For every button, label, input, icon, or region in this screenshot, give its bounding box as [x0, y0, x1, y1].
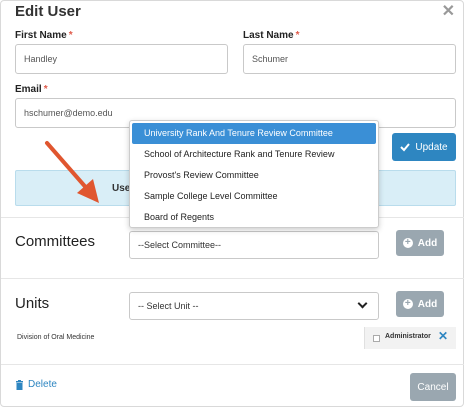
edit-user-dialog: Edit User ✕ First Name * Handley Last Nam…: [0, 0, 464, 407]
last-name-label: Last Name *: [243, 30, 299, 41]
add-unit-label: Add: [417, 298, 438, 310]
dropdown-option[interactable]: School of Architecture Rank and Tenure R…: [130, 144, 378, 165]
first-name-label-text: First Name: [15, 30, 67, 41]
unit-row-name: Division of Oral Medicine: [17, 334, 95, 341]
cancel-button[interactable]: Cancel: [410, 373, 456, 401]
add-unit-button[interactable]: + Add: [396, 291, 444, 317]
annotation-arrow-icon: [45, 141, 99, 203]
plus-circle-icon: +: [402, 299, 413, 309]
dialog-title: Edit User: [15, 3, 81, 20]
delete-button[interactable]: Delete: [15, 379, 57, 390]
required-marker: *: [43, 84, 48, 95]
remove-unit-icon[interactable]: ✕: [438, 329, 448, 343]
dialog-footer: Delete Cancel: [1, 364, 464, 407]
unit-row-role-cell: Administrator ✕: [364, 327, 456, 349]
dropdown-option[interactable]: Board of Regents: [130, 207, 378, 228]
checkmark-icon: [400, 143, 411, 152]
plus-circle-icon: +: [402, 238, 413, 248]
units-heading: Units: [15, 295, 50, 312]
email-label-text: Email: [15, 84, 42, 95]
first-name-label: First Name *: [15, 30, 73, 41]
dropdown-option[interactable]: Provost's Review Committee: [130, 165, 378, 186]
unit-select[interactable]: -- Select Unit --: [129, 292, 379, 320]
trash-icon: [16, 379, 23, 390]
section-divider: [1, 278, 464, 279]
administrator-checkbox[interactable]: [373, 335, 380, 342]
unit-select-value: -- Select Unit --: [138, 301, 199, 311]
dropdown-option[interactable]: Sample College Level Committee: [130, 186, 378, 207]
committees-heading: Committees: [15, 233, 96, 250]
update-button-label: Update: [415, 141, 448, 153]
last-name-label-text: Last Name: [243, 30, 294, 41]
dropdown-option[interactable]: University Rank And Tenure Review Commit…: [132, 123, 376, 144]
update-button[interactable]: Update: [392, 133, 456, 161]
add-committee-label: Add: [417, 237, 438, 249]
close-icon[interactable]: ✕: [442, 1, 455, 21]
administrator-label: Administrator: [385, 333, 431, 340]
committee-dropdown-menu: University Rank And Tenure Review Commit…: [129, 120, 379, 228]
last-name-input[interactable]: Schumer: [243, 44, 456, 74]
chevron-down-icon: [357, 298, 368, 309]
add-committee-button[interactable]: + Add: [396, 230, 444, 256]
email-label: Email *: [15, 84, 48, 95]
required-marker: *: [295, 30, 300, 41]
committee-select[interactable]: --Select Committee--: [129, 231, 379, 259]
first-name-input[interactable]: Handley: [15, 44, 228, 74]
required-marker: *: [68, 30, 73, 41]
delete-label: Delete: [28, 379, 57, 390]
